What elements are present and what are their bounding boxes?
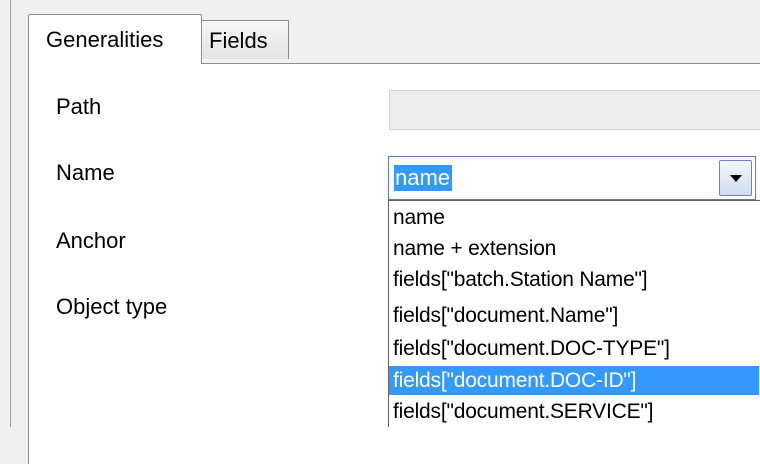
dropdown-option-highlighted[interactable]: fields["document.DOC-ID"] [389, 366, 759, 395]
path-field[interactable] [389, 90, 760, 130]
window-edge [10, 0, 11, 427]
name-dropdown-list[interactable]: name name + extension fields["batch.Stat… [388, 200, 760, 427]
path-label: Path [56, 94, 102, 119]
dropdown-button[interactable] [719, 160, 752, 196]
name-combobox[interactable]: name [388, 156, 756, 200]
dropdown-option[interactable]: fields["document.DOC-TYPE"] [389, 334, 759, 363]
dropdown-option[interactable]: fields["document.Name"] [389, 301, 759, 330]
tab-fields[interactable]: Fields [202, 20, 289, 59]
dropdown-option[interactable]: name [389, 203, 759, 232]
dialog-window: Generalities Fields Path Name Anchor Obj… [0, 0, 760, 464]
name-combobox-value[interactable]: name [394, 165, 453, 191]
tab-generalities-label: Generalities [46, 27, 164, 52]
chevron-down-icon [730, 175, 742, 182]
tab-fields-label: Fields [209, 28, 268, 53]
name-label: Name [56, 160, 115, 185]
anchor-label: Anchor [56, 228, 126, 253]
dropdown-option[interactable]: fields["batch.Station Name"] [389, 265, 759, 294]
dropdown-option[interactable]: fields["document.SERVICE"] [389, 397, 759, 426]
dropdown-option[interactable]: name + extension [389, 234, 759, 263]
object-type-label: Object type [56, 294, 168, 319]
tab-generalities[interactable]: Generalities [28, 14, 202, 64]
